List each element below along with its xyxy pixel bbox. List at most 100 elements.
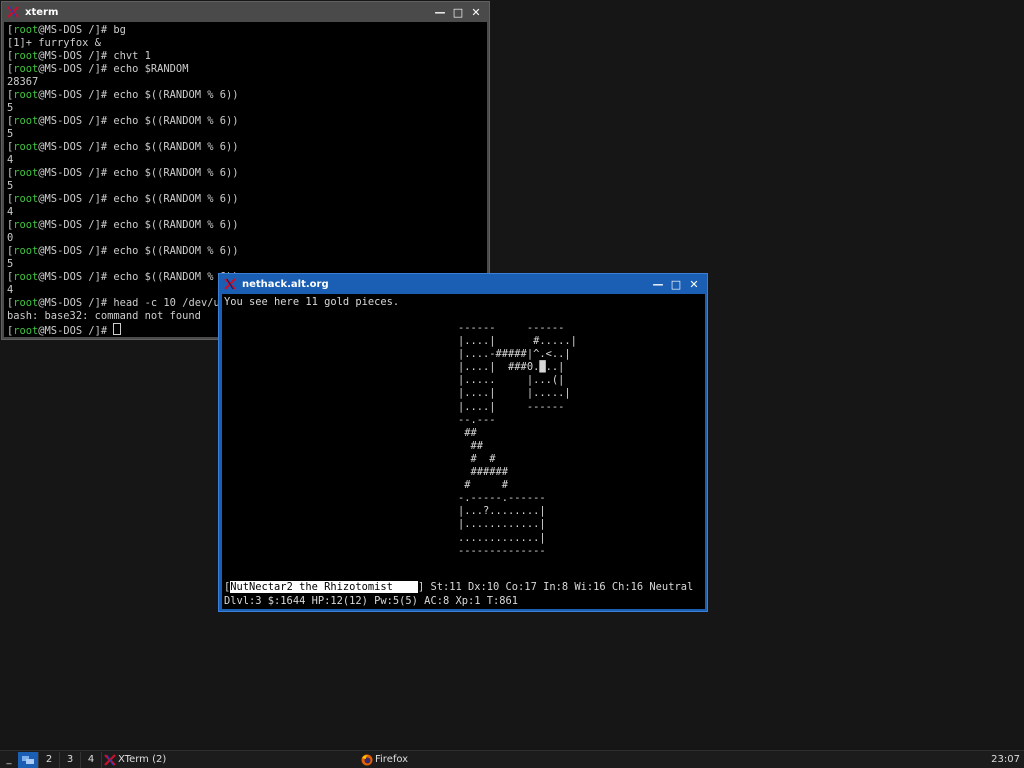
- prompt-host: @MS-DOS /]#: [38, 50, 114, 62]
- map-row: |............|: [458, 518, 546, 531]
- workspace-3[interactable]: 3: [60, 751, 81, 768]
- close-button[interactable]: ✕: [467, 3, 485, 21]
- prompt-host: @MS-DOS /]#: [38, 297, 114, 309]
- x-icon: [6, 5, 20, 19]
- map-row: -.-----.------: [458, 492, 546, 505]
- nethack-terminal[interactable]: You see here 11 gold pieces. ------ ----…: [222, 294, 705, 609]
- map-row: |....| #.....|: [458, 335, 577, 348]
- show-desktop-button[interactable]: _: [0, 754, 18, 765]
- character-stats: St:11 Dx:10 Co:17 In:8 Wi:16 Ch:16 Neutr…: [424, 581, 694, 593]
- workspace-1-thumb-icon: [22, 755, 34, 764]
- terminal-command-line: [root@MS-DOS /]# echo $((RANDOM % 6)): [7, 89, 484, 102]
- map-row: ##: [458, 426, 477, 439]
- command-text: echo $((RANDOM % 6)): [113, 141, 239, 153]
- xterm-titlebar[interactable]: xterm — □ ✕: [2, 2, 489, 22]
- maximize-button[interactable]: □: [449, 3, 467, 21]
- text-cursor: [113, 323, 122, 335]
- terminal-output-line: 4: [7, 154, 14, 166]
- taskbar: _ 2 3 4 XTerm (2) Firefox 23:07: [0, 750, 1024, 768]
- terminal-output-line: 5: [7, 180, 14, 192]
- terminal-output-line: 5: [7, 102, 14, 114]
- prompt-user: root: [13, 89, 39, 101]
- prompt-user: root: [13, 24, 39, 36]
- prompt-host: @MS-DOS /]#: [38, 63, 114, 75]
- map-row: |..... |...(|: [458, 374, 565, 387]
- terminal-output-line: 4: [7, 206, 14, 218]
- minimize-button[interactable]: —: [649, 275, 667, 293]
- terminal-output-line: 28367: [7, 76, 39, 88]
- clock: 23:07: [991, 754, 1020, 765]
- terminal-command-line: [root@MS-DOS /]# bg: [7, 24, 484, 37]
- prompt-user: root: [13, 325, 39, 337]
- prompt-host: @MS-DOS /]#: [38, 141, 114, 153]
- map-row: |....| ###0.█..|: [458, 361, 565, 374]
- command-text: echo $((RANDOM % 6)): [113, 89, 239, 101]
- terminal-output-line: 0: [7, 232, 14, 244]
- command-text: echo $RANDOM: [113, 63, 189, 75]
- map-row: |....| |.....|: [458, 387, 571, 400]
- command-text: echo $((RANDOM % 6)): [113, 193, 239, 205]
- prompt-user: root: [13, 297, 39, 309]
- map-row: ######: [458, 466, 509, 479]
- prompt-user: root: [13, 115, 39, 127]
- prompt-user: root: [13, 219, 39, 231]
- command-text: echo $((RANDOM % 6)): [113, 115, 239, 127]
- prompt-host: @MS-DOS /]#: [38, 271, 114, 283]
- prompt-host: @MS-DOS /]#: [38, 325, 114, 337]
- firefox-icon: [361, 754, 373, 765]
- map-row: # #: [458, 479, 509, 492]
- nethack-message: You see here 11 gold pieces.: [224, 296, 400, 308]
- terminal-command-line: [root@MS-DOS /]# echo $((RANDOM % 6)): [7, 245, 484, 258]
- prompt-user: root: [13, 271, 39, 283]
- prompt-host: @MS-DOS /]#: [38, 219, 114, 231]
- terminal-command-line: [root@MS-DOS /]# echo $((RANDOM % 6)): [7, 167, 484, 180]
- map-row: |...?........|: [458, 505, 546, 518]
- command-text: bg: [113, 24, 126, 36]
- dungeon-map: ------ ------ |....| #.....| |....-#####|^…: [458, 322, 577, 558]
- command-text: chvt 1: [113, 50, 151, 62]
- terminal-command-line: [root@MS-DOS /]# echo $RANDOM: [7, 63, 484, 76]
- terminal-command-line: [root@MS-DOS /]# echo $((RANDOM % 6)): [7, 219, 484, 232]
- prompt-host: @MS-DOS /]#: [38, 89, 114, 101]
- xterm-title: xterm: [25, 6, 59, 18]
- prompt-host: @MS-DOS /]#: [38, 193, 114, 205]
- nethack-title: nethack.alt.org: [242, 278, 329, 290]
- prompt-host: @MS-DOS /]#: [38, 24, 114, 36]
- terminal-command-line: [root@MS-DOS /]# chvt 1: [7, 50, 484, 63]
- map-row: # #: [458, 452, 496, 465]
- terminal-output-line: 5: [7, 258, 14, 270]
- map-row: |....| ------: [458, 400, 565, 413]
- close-button[interactable]: ✕: [685, 275, 703, 293]
- terminal-output-line: [1]+ furryfox &: [7, 37, 101, 49]
- workspace-2[interactable]: 2: [39, 751, 60, 768]
- prompt-host: @MS-DOS /]#: [38, 115, 114, 127]
- prompt-user: root: [13, 193, 39, 205]
- x-icon: [104, 753, 116, 766]
- workspace-4[interactable]: 4: [81, 751, 102, 768]
- terminal-command-line: [root@MS-DOS /]# echo $((RANDOM % 6)): [7, 193, 484, 206]
- command-text: echo $((RANDOM % 6)): [113, 245, 239, 257]
- prompt-user: root: [13, 63, 39, 75]
- prompt-user: root: [13, 167, 39, 179]
- prompt-host: @MS-DOS /]#: [38, 167, 114, 179]
- task-xterm-label: XTerm (2): [118, 754, 167, 765]
- character-name: NutNectar2 the Rhizotomist: [230, 581, 393, 593]
- prompt-user: root: [13, 50, 39, 62]
- nethack-window[interactable]: nethack.alt.org — □ ✕ You see here 11 go…: [218, 273, 708, 612]
- minimize-button[interactable]: —: [431, 3, 449, 21]
- command-text: echo $((RANDOM % 6)): [113, 167, 239, 179]
- status-line-2: Dlvl:3 $:1644 HP:12(12) Pw:5(5) AC:8 Xp:…: [224, 595, 519, 607]
- maximize-button[interactable]: □: [667, 275, 685, 293]
- map-row: ------ ------: [458, 322, 565, 334]
- task-firefox[interactable]: Firefox: [359, 752, 991, 768]
- task-firefox-label: Firefox: [375, 754, 409, 765]
- map-row: --.---: [458, 413, 496, 426]
- prompt-host: @MS-DOS /]#: [38, 245, 114, 257]
- map-row: ##: [458, 439, 484, 452]
- command-text: echo $((RANDOM % 6)): [113, 219, 239, 231]
- map-row: .............|: [458, 531, 546, 544]
- workspace-1[interactable]: [18, 751, 39, 768]
- nethack-titlebar[interactable]: nethack.alt.org — □ ✕: [219, 274, 707, 294]
- map-row: --------------: [458, 544, 546, 557]
- task-xterm[interactable]: XTerm (2): [102, 752, 359, 768]
